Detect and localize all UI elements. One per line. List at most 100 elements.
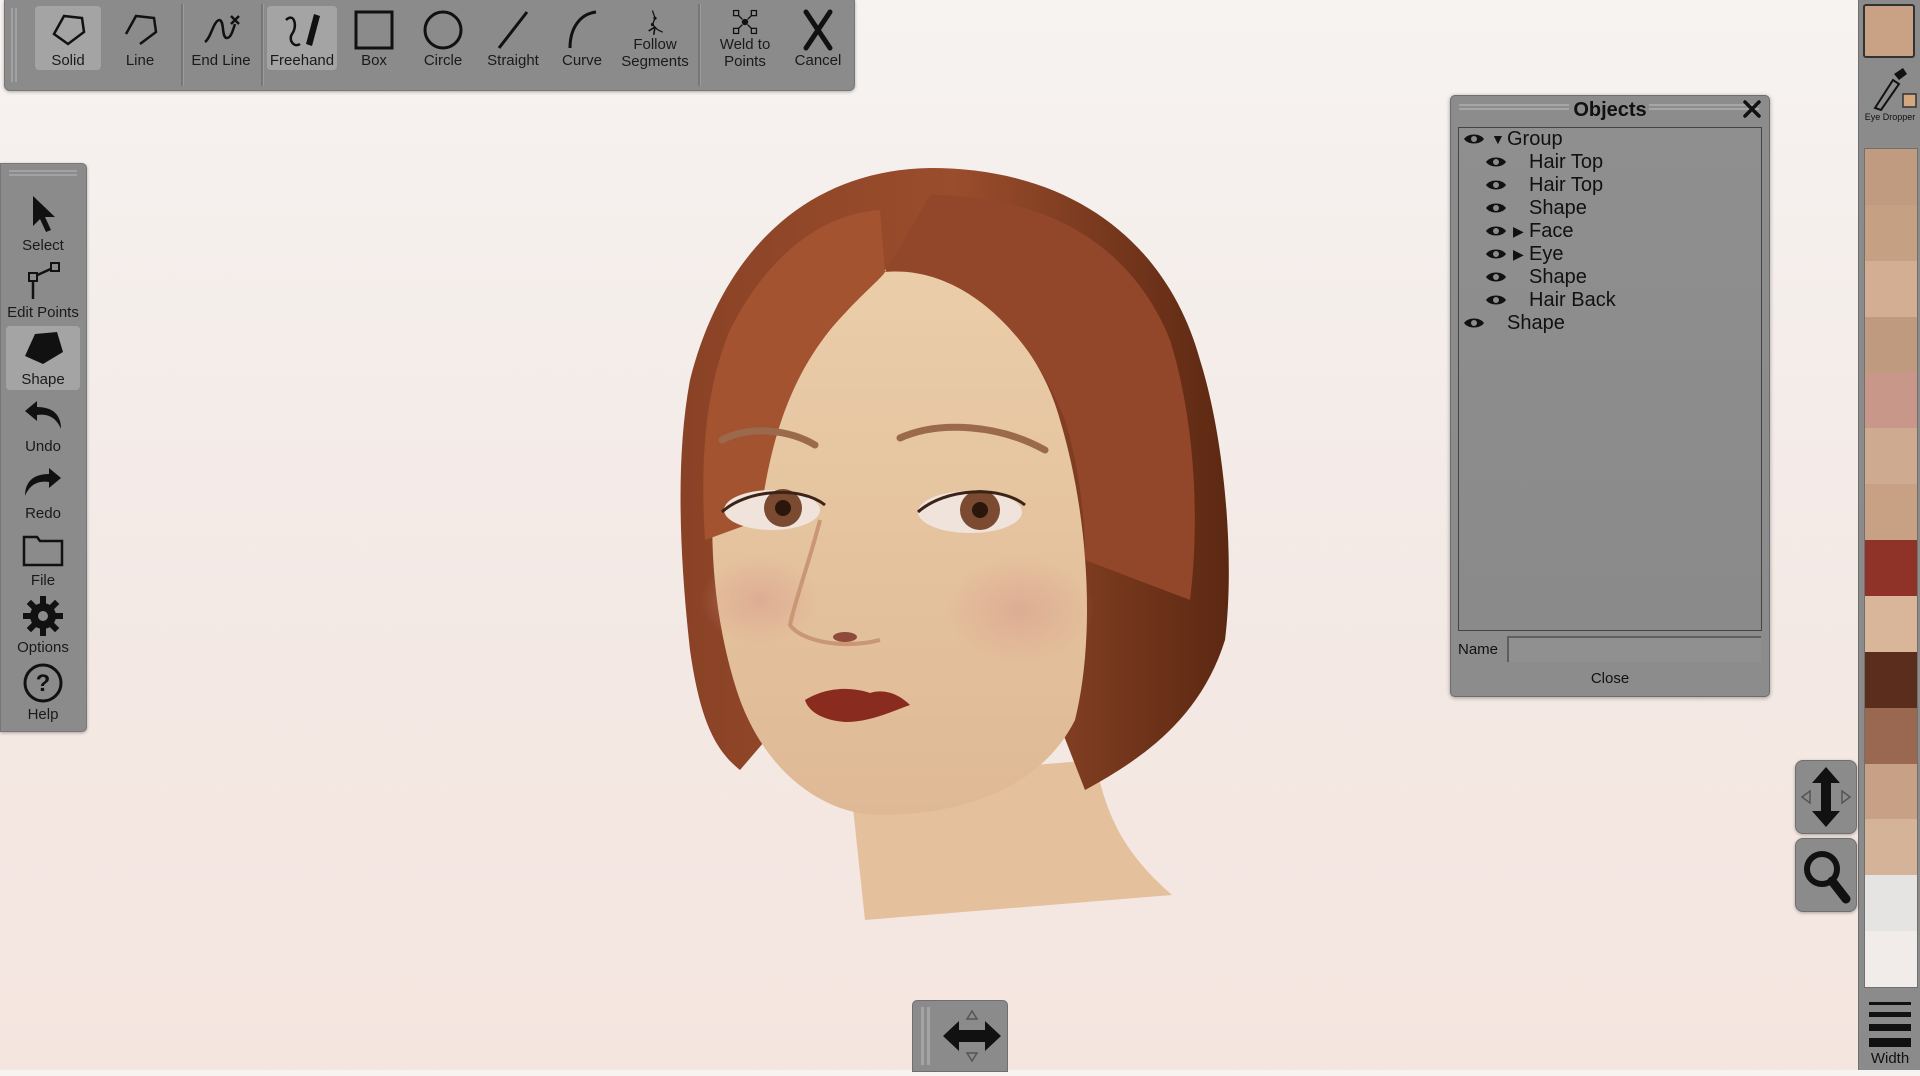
visibility-eye-icon[interactable] xyxy=(1463,132,1485,146)
color-swatch[interactable] xyxy=(1865,763,1917,820)
color-swatch[interactable] xyxy=(1865,204,1917,261)
line-width-icon xyxy=(1869,1002,1911,1047)
tool-end-line[interactable]: End Line xyxy=(187,6,255,70)
tool-options[interactable]: Options xyxy=(6,594,80,658)
zoom-button[interactable] xyxy=(1795,838,1857,912)
tree-item-group[interactable]: ▼ Group xyxy=(1463,128,1563,150)
tree-item[interactable]: Shape xyxy=(1463,312,1565,334)
color-swatch[interactable] xyxy=(1865,707,1917,764)
tool-undo[interactable]: Undo xyxy=(6,393,80,457)
objects-tree: ▼ Group Hair Top Hair Top Shape ▶ Face ▶… xyxy=(1458,127,1762,631)
follow-segments-icon xyxy=(648,10,663,35)
box-icon xyxy=(354,10,394,50)
color-swatch[interactable] xyxy=(1865,260,1917,317)
color-swatch[interactable] xyxy=(1865,484,1917,541)
eye-dropper-button[interactable]: Eye Dropper xyxy=(1861,64,1919,126)
tree-item-label: Face xyxy=(1529,219,1574,242)
visibility-eye-icon[interactable] xyxy=(1485,224,1507,238)
tool-shape[interactable]: Shape xyxy=(6,326,80,390)
color-swatch[interactable] xyxy=(1865,428,1917,485)
svg-text:?: ? xyxy=(36,670,51,697)
tool-straight[interactable]: Straight xyxy=(479,6,547,70)
tool-follow-segments[interactable]: Follow Segments xyxy=(617,6,693,70)
color-swatch[interactable] xyxy=(1865,149,1917,205)
toolbar-separator xyxy=(181,4,184,86)
color-swatch[interactable] xyxy=(1865,372,1917,429)
drawing-toolbar: Solid Line End Line Freehand Box Circle … xyxy=(4,0,855,91)
solid-polygon-icon xyxy=(52,14,86,46)
tool-solid[interactable]: Solid xyxy=(35,6,101,70)
tool-file[interactable]: File xyxy=(6,527,80,591)
tool-cancel[interactable]: Cancel xyxy=(787,6,849,70)
help-question-icon: ? xyxy=(23,663,63,703)
swatch-list xyxy=(1864,148,1918,988)
straight-line-icon xyxy=(497,11,529,49)
tool-select[interactable]: Select xyxy=(6,192,80,256)
eye-dropper-icon xyxy=(1873,68,1917,112)
left-toolbar-grip[interactable] xyxy=(9,170,77,176)
tree-item-label: Shape xyxy=(1507,311,1565,334)
color-swatch[interactable] xyxy=(1865,316,1917,373)
color-swatch[interactable] xyxy=(1865,651,1917,708)
tool-redo[interactable]: Redo xyxy=(6,460,80,524)
tool-help[interactable]: ? Help xyxy=(6,661,80,725)
tool-weld-to-points[interactable]: Weld to Points xyxy=(705,6,785,70)
tree-item[interactable]: ▶ Eye xyxy=(1485,243,1563,265)
tree-item[interactable]: Hair Top xyxy=(1485,151,1603,173)
end-line-icon xyxy=(204,15,240,44)
close-button[interactable]: Close xyxy=(1451,670,1769,687)
redo-arrow-icon xyxy=(25,468,61,496)
tree-item-label: Shape xyxy=(1529,196,1587,219)
tree-item[interactable]: Hair Back xyxy=(1485,289,1616,311)
current-color-swatch[interactable] xyxy=(1863,4,1915,58)
expand-caret-icon[interactable]: ▶ xyxy=(1513,223,1529,240)
left-toolbar: Select Edit Points Shape Undo Redo File … xyxy=(0,163,87,732)
line-polygon-icon xyxy=(124,14,158,45)
color-swatch[interactable] xyxy=(1865,931,1917,987)
tree-item-label: Group xyxy=(1507,127,1563,150)
color-swatch[interactable] xyxy=(1865,595,1917,652)
visibility-eye-icon[interactable] xyxy=(1485,178,1507,192)
tool-curve[interactable]: Curve xyxy=(549,6,615,70)
color-swatch[interactable] xyxy=(1865,540,1917,596)
move-horizontal-icon xyxy=(921,1007,1001,1065)
toolbar-grip[interactable] xyxy=(11,8,17,82)
visibility-eye-icon[interactable] xyxy=(1485,201,1507,215)
color-palette: Eye Dropper Width xyxy=(1858,0,1920,1070)
weld-points-icon xyxy=(732,9,758,35)
stroke-width-button[interactable]: Width xyxy=(1861,994,1919,1070)
visibility-eye-icon[interactable] xyxy=(1485,247,1507,261)
circle-icon xyxy=(423,10,463,50)
name-field-label: Name xyxy=(1458,641,1499,658)
pan-horizontal-button[interactable] xyxy=(912,1000,1008,1072)
tree-item[interactable]: Hair Top xyxy=(1485,174,1603,196)
move-arrows-icon xyxy=(1800,767,1852,827)
tool-edit-points[interactable]: Edit Points xyxy=(6,259,80,323)
tool-circle[interactable]: Circle xyxy=(411,6,475,70)
visibility-eye-icon[interactable] xyxy=(1485,270,1507,284)
tree-item-label: Eye xyxy=(1529,242,1564,265)
tool-line[interactable]: Line xyxy=(107,6,173,70)
tree-item[interactable]: Shape xyxy=(1485,197,1587,219)
tool-freehand[interactable]: Freehand xyxy=(267,6,337,70)
color-swatch[interactable] xyxy=(1865,819,1917,876)
name-field[interactable] xyxy=(1507,636,1761,662)
curve-icon xyxy=(568,10,597,49)
tool-box[interactable]: Box xyxy=(343,6,405,70)
visibility-eye-icon[interactable] xyxy=(1463,316,1485,330)
visibility-eye-icon[interactable] xyxy=(1485,155,1507,169)
close-icon[interactable] xyxy=(1741,98,1763,120)
toolbar-separator xyxy=(698,4,701,86)
tree-item[interactable]: ▶ Face xyxy=(1485,220,1573,242)
visibility-eye-icon[interactable] xyxy=(1485,293,1507,307)
pan-vertical-button[interactable] xyxy=(1795,760,1857,834)
magnifier-icon xyxy=(1804,851,1851,904)
tree-item[interactable]: Shape xyxy=(1485,266,1587,288)
toolbar-separator xyxy=(261,4,264,86)
expand-caret-icon[interactable]: ▼ xyxy=(1491,131,1507,147)
objects-panel: Objects ▼ Group Hair Top Hair Top Shape … xyxy=(1450,95,1770,697)
tree-item-label: Hair Top xyxy=(1529,150,1604,173)
color-swatch[interactable] xyxy=(1865,875,1917,932)
expand-caret-icon[interactable]: ▶ xyxy=(1513,246,1529,263)
freehand-pencil-icon xyxy=(285,14,320,47)
